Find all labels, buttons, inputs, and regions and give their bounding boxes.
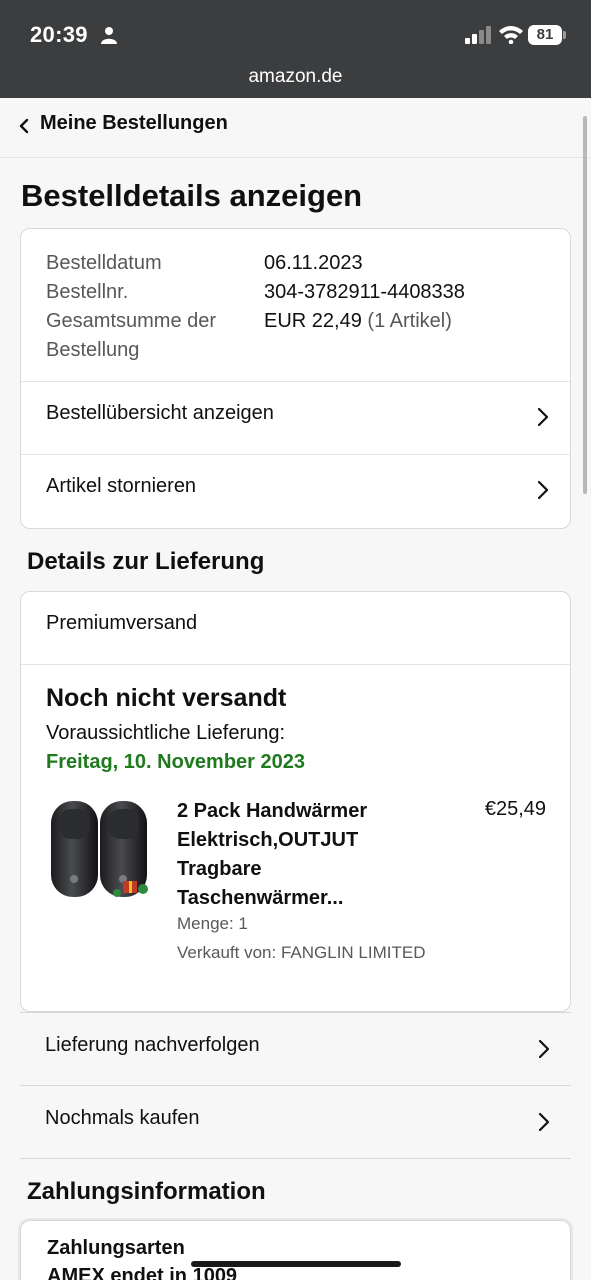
chevron-left-icon — [19, 118, 29, 134]
divider — [21, 664, 570, 665]
payment-section-title: Zahlungsinformation — [27, 1178, 266, 1205]
buy-again-link[interactable]: Nochmals kaufen — [20, 1085, 571, 1158]
order-overview-link[interactable]: Bestellübersicht anzeigen — [21, 382, 570, 454]
payment-method-value: AMEX endet in 1009 — [47, 1265, 238, 1280]
chevron-right-icon — [537, 480, 549, 500]
chevron-right-icon — [537, 407, 549, 427]
battery-nub — [563, 31, 566, 39]
wifi-icon — [499, 26, 523, 44]
cancel-items-label: Artikel stornieren — [46, 475, 197, 497]
product-quantity: Menge: 1 — [177, 914, 248, 933]
battery-icon: 81 — [528, 25, 562, 45]
track-delivery-label: Lieferung nachverfolgen — [45, 1034, 260, 1056]
order-summary-card: Bestelldatum 06.11.2023 Bestellnr. 304-3… — [20, 228, 571, 529]
order-total-value: EUR 22,49 (1 Artikel) — [264, 307, 452, 336]
scrollbar[interactable] — [583, 116, 587, 494]
delivery-section-title: Details zur Lieferung — [27, 548, 265, 575]
person-icon — [101, 27, 117, 44]
order-date-label: Bestelldatum — [46, 252, 162, 274]
url-bar[interactable]: amazon.de — [0, 60, 591, 98]
order-overview-label: Bestellübersicht anzeigen — [46, 402, 274, 424]
cellular-signal-icon — [465, 26, 491, 44]
back-navigation[interactable]: Meine Bestellungen — [0, 98, 591, 158]
order-total-amount: EUR 22,49 — [264, 310, 362, 332]
track-delivery-link[interactable]: Lieferung nachverfolgen — [20, 1012, 571, 1085]
shipment-status: Noch nicht versandt — [46, 684, 287, 712]
shipping-method: Premiumversand — [46, 612, 198, 634]
product-seller: Verkauft von: FANGLIN LIMITED — [177, 943, 426, 962]
cancel-items-link[interactable]: Artikel stornieren — [21, 455, 570, 527]
eta-label: Voraussichtliche Lieferung: — [46, 722, 286, 744]
status-time: 20:39 — [30, 22, 88, 47]
eta-date: Freitag, 10. November 2023 — [46, 751, 306, 773]
order-number-value: 304-3782911-4408338 — [264, 281, 465, 303]
back-label[interactable]: Meine Bestellungen — [40, 112, 228, 135]
page-title: Bestelldetails anzeigen — [21, 178, 363, 213]
payment-methods-label: Zahlungsarten — [47, 1237, 185, 1259]
order-item-count: (1 Artikel) — [367, 310, 452, 332]
product-title[interactable]: 2 Pack Handwärmer Elektrisch,OUTJUT Trag… — [177, 797, 417, 913]
status-bar: 20:39 81 — [0, 0, 591, 60]
order-total-label-line1: Gesamtsumme der — [46, 310, 217, 332]
payment-card: Zahlungsarten AMEX endet in 1009 — [20, 1220, 571, 1280]
divider — [20, 1158, 571, 1159]
chevron-right-icon — [538, 1112, 550, 1132]
order-date-value: 06.11.2023 — [264, 252, 363, 274]
chevron-right-icon — [538, 1039, 550, 1059]
order-total-label-line2: Bestellung — [46, 339, 140, 361]
product-image[interactable] — [47, 797, 155, 907]
buy-again-label: Nochmals kaufen — [45, 1107, 200, 1129]
delivery-card: Premiumversand Noch nicht versandt Vorau… — [20, 591, 571, 1012]
home-indicator[interactable] — [191, 1261, 401, 1267]
order-number-label: Bestellnr. — [46, 281, 129, 303]
product-price: €25,49 — [484, 798, 546, 820]
